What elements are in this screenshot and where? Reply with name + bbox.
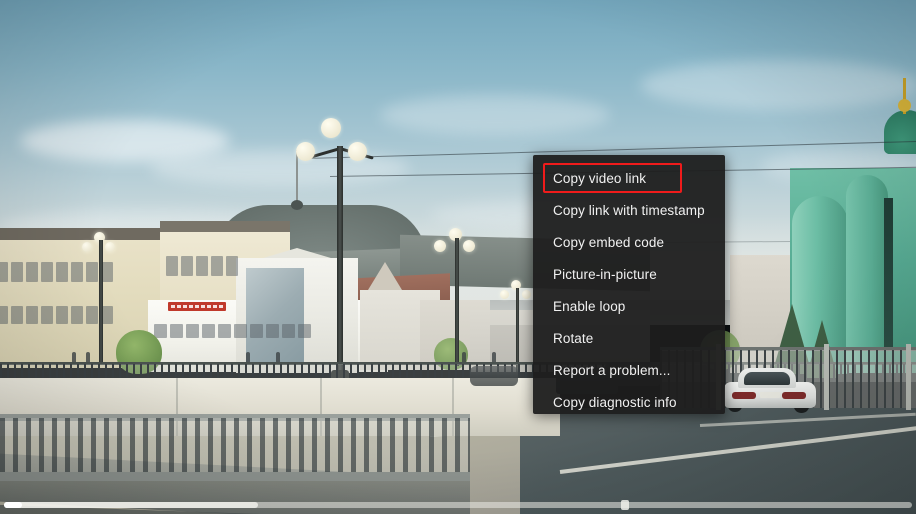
fence-post (824, 344, 829, 410)
street-lamp-globe (296, 142, 315, 161)
roof-spire-ball (291, 200, 303, 210)
fence-post (906, 344, 911, 410)
menu-item-picture-in-picture[interactable]: Picture-in-picture (533, 259, 725, 291)
balustrade-base (0, 472, 470, 481)
street-lamp-globe (321, 118, 341, 138)
street-lamp-globe (500, 290, 509, 299)
balustrade (0, 418, 470, 478)
menu-item-copy-video-link[interactable]: Copy video link (533, 163, 725, 195)
menu-item-copy-link-with-timestamp[interactable]: Copy link with timestamp (533, 195, 725, 227)
car-taillight (732, 392, 756, 399)
green-building-window-strip (884, 198, 893, 348)
mall-glass-facade (246, 268, 304, 364)
window-grid (0, 262, 113, 282)
car-rear-window (744, 372, 790, 385)
cloud (640, 60, 916, 110)
street-lamp-globe (105, 242, 115, 252)
car-license-plate (760, 392, 780, 398)
dome-finial (898, 99, 911, 112)
street-lamp-globe (348, 142, 367, 161)
white-sedan (724, 368, 816, 413)
menu-item-enable-loop[interactable]: Enable loop (533, 291, 725, 323)
street-lamp-globe (522, 290, 531, 299)
golden-dome (884, 110, 916, 154)
green-building-tower-middle (846, 175, 888, 373)
window-grid (166, 256, 238, 276)
progress-buffered (4, 502, 259, 508)
small-tower-roof (368, 262, 402, 290)
street-lamp-post (455, 238, 459, 366)
video-controls-bar[interactable] (0, 488, 916, 514)
distant-car (470, 366, 518, 386)
progress-played (4, 502, 23, 508)
video-player[interactable]: Copy video link Copy link with timestamp… (0, 0, 916, 514)
video-frame (0, 0, 916, 514)
window-grid (154, 324, 311, 338)
menu-item-copy-diagnostic-info[interactable]: Copy diagnostic info (533, 387, 725, 414)
menu-item-copy-embed-code[interactable]: Copy embed code (533, 227, 725, 259)
street-lamp-post (99, 240, 103, 364)
storefront-sign (168, 302, 226, 311)
street-lamp-post (516, 288, 519, 372)
street-lamp-post (337, 146, 343, 390)
street-lamp-globe (434, 240, 446, 252)
cloud (380, 95, 610, 135)
car-taillight (782, 392, 806, 399)
video-context-menu[interactable]: Copy video link Copy link with timestamp… (533, 155, 725, 414)
menu-item-report-a-problem[interactable]: Report a problem... (533, 355, 725, 387)
progress-marker[interactable] (621, 500, 630, 510)
street-lamp-globe (463, 240, 475, 252)
window-grid (0, 306, 113, 324)
street-lamp-globe (82, 242, 92, 252)
menu-item-rotate[interactable]: Rotate (533, 323, 725, 355)
